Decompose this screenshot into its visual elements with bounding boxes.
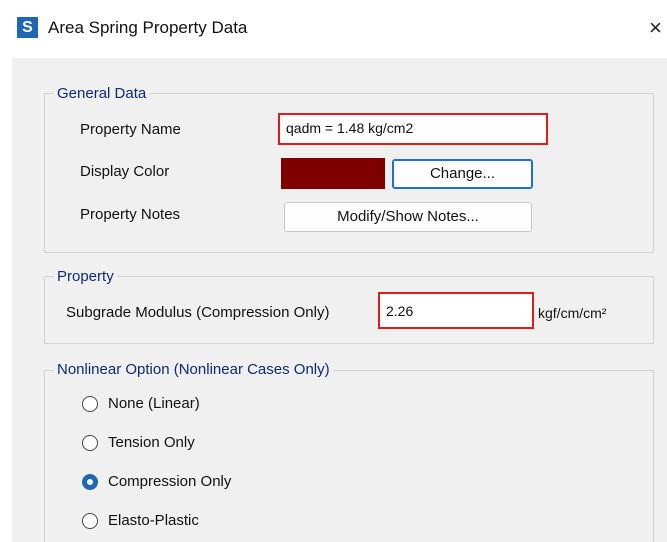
property-name-input[interactable]: qadm = 1.48 kg/cm2 [278, 113, 548, 145]
nonlinear-option-label: Tension Only [108, 434, 195, 451]
modify-notes-button[interactable]: Modify/Show Notes... [284, 202, 532, 232]
close-icon[interactable]: × [649, 10, 667, 46]
subgrade-modulus-label: Subgrade Modulus (Compression Only) [66, 304, 330, 321]
nonlinear-option-legend: Nonlinear Option (Nonlinear Cases Only) [54, 361, 333, 379]
app-logo-icon: S [17, 17, 38, 38]
title-bar: S Area Spring Property Data × [0, 0, 667, 58]
nonlinear-option-item[interactable]: Elasto-Plastic [82, 511, 302, 533]
nonlinear-option-item[interactable]: Tension Only [82, 433, 302, 455]
property-legend: Property [54, 268, 117, 286]
nonlinear-option-item[interactable]: Compression Only [82, 472, 302, 494]
nonlinear-option-label: Elasto-Plastic [108, 512, 199, 529]
window-title: Area Spring Property Data [48, 18, 248, 37]
display-color-label: Display Color [80, 163, 170, 180]
radio-unchecked-icon[interactable] [82, 435, 98, 451]
property-name-label: Property Name [80, 121, 181, 138]
radio-checked-icon[interactable] [82, 474, 98, 490]
subgrade-units-label: kgf/cm/cm² [538, 305, 607, 321]
dialog-window: S Area Spring Property Data × General Da… [0, 0, 667, 542]
radio-unchecked-icon[interactable] [82, 396, 98, 412]
window-edge [0, 58, 12, 542]
dialog-body: General Data Property Name qadm = 1.48 k… [12, 58, 667, 542]
nonlinear-option-label: None (Linear) [108, 395, 200, 412]
nonlinear-option-label: Compression Only [108, 473, 232, 490]
general-data-legend: General Data [54, 85, 150, 103]
display-color-swatch [281, 158, 385, 189]
subgrade-modulus-input[interactable]: 2.26 [378, 292, 534, 329]
property-notes-label: Property Notes [80, 206, 181, 223]
radio-unchecked-icon[interactable] [82, 513, 98, 529]
nonlinear-option-item[interactable]: None (Linear) [82, 394, 302, 416]
change-color-button[interactable]: Change... [392, 159, 533, 189]
